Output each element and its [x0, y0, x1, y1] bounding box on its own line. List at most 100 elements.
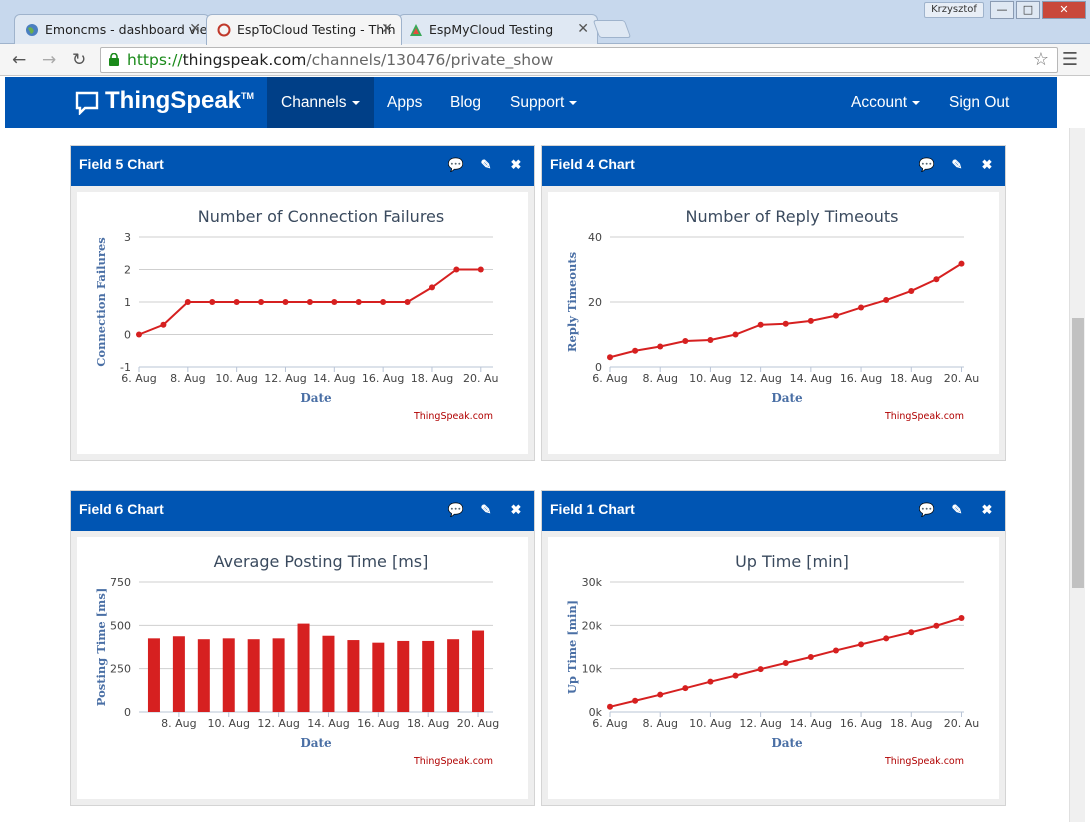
bar — [222, 638, 235, 712]
data-point — [607, 354, 613, 361]
page-scrollbar[interactable] — [1069, 128, 1085, 822]
y-tick-label: 3 — [124, 231, 131, 244]
x-tick-label: 12. Aug — [739, 372, 781, 385]
y-axis-label: Posting Time [ms] — [94, 588, 108, 707]
forward-arrow-icon[interactable]: → — [42, 50, 56, 70]
nav-support-label: Support — [510, 94, 565, 111]
browser-tab-esptocloud[interactable]: EspToCloud Testing - Thin ✕ — [206, 14, 402, 45]
x-tick-label: 16. Aug — [840, 372, 882, 385]
nav-support[interactable]: Support — [496, 77, 591, 128]
caret-down-icon — [569, 100, 578, 105]
data-point — [858, 641, 865, 648]
x-tick-label: 14. Aug — [790, 717, 832, 730]
nav-apps[interactable]: Apps — [373, 77, 436, 128]
data-point — [233, 299, 240, 305]
chart-field6: Average Posting Time [ms] 750 500 250 0 8. Au… — [94, 552, 499, 767]
nav-apps-label: Apps — [387, 94, 423, 111]
browser-tab-espmycloud[interactable]: EspMyCloud Testing ✕ — [398, 14, 598, 44]
nav-blog[interactable]: Blog — [436, 77, 495, 128]
data-point — [832, 647, 839, 654]
chart-title: Average Posting Time [ms] — [214, 552, 429, 571]
x-tick-label: 18. Aug — [890, 372, 932, 385]
scrollbar-thumb[interactable] — [1072, 318, 1084, 588]
bookmark-star-icon[interactable]: ☆ — [1033, 48, 1049, 72]
comment-icon[interactable]: 💬 — [446, 492, 466, 528]
close-icon[interactable]: ✕ — [189, 21, 201, 37]
minimize-button[interactable]: — — [990, 1, 1014, 19]
nav-channels-label: Channels — [281, 94, 347, 111]
nav-account[interactable]: Account — [837, 77, 934, 128]
reload-icon[interactable]: ↻ — [72, 50, 86, 70]
comment-icon[interactable]: 💬 — [917, 492, 937, 528]
y-axis-label: Reply Timeouts — [565, 252, 579, 352]
bar — [347, 640, 360, 712]
y-tick-label: 30k — [582, 576, 603, 589]
address-bar[interactable]: https://thingspeak.com/channels/130476/p… — [100, 47, 1058, 73]
chart-panel-field5: Field 5 Chart 💬 ✎ ✖ Number of Connection F… — [70, 145, 535, 461]
bar — [322, 635, 335, 712]
profile-badge[interactable]: Krzysztof — [924, 2, 984, 18]
pencil-icon[interactable]: ✎ — [947, 492, 967, 528]
pencil-icon[interactable]: ✎ — [947, 147, 967, 183]
close-icon[interactable]: ✖ — [506, 492, 526, 528]
x-axis-label: Date — [300, 736, 332, 750]
y-tick-label: 40 — [588, 231, 602, 244]
brand-logo[interactable]: ThingSpeakTM — [75, 87, 254, 115]
bar — [272, 638, 285, 712]
data-point — [282, 299, 289, 305]
close-icon[interactable]: ✕ — [577, 21, 589, 37]
menu-icon[interactable]: ☰ — [1062, 49, 1078, 70]
panel-header: Field 5 Chart 💬 ✎ ✖ — [71, 146, 534, 186]
comment-icon[interactable]: 💬 — [446, 147, 466, 183]
panel-header: Field 6 Chart 💬 ✎ ✖ — [71, 491, 534, 531]
tab-label: Emoncms - dashboard vie — [45, 22, 208, 37]
y-axis-label: Connection Failures — [94, 237, 108, 367]
bar — [247, 639, 260, 712]
close-icon[interactable]: ✕ — [381, 21, 393, 37]
comment-icon[interactable]: 💬 — [917, 147, 937, 183]
pencil-icon[interactable]: ✎ — [476, 492, 496, 528]
close-icon[interactable]: ✖ — [977, 492, 997, 528]
maximize-button[interactable]: □ — [1016, 1, 1040, 19]
caret-down-icon — [912, 100, 921, 105]
caret-down-icon — [351, 100, 360, 105]
data-point — [136, 331, 142, 338]
back-arrow-icon[interactable]: ← — [12, 50, 26, 70]
data-point — [632, 347, 639, 354]
data-point — [757, 666, 764, 673]
y-tick-label: 750 — [110, 576, 131, 589]
data-point — [883, 635, 890, 642]
series-line — [609, 262, 963, 359]
data-point — [428, 284, 435, 291]
data-point — [355, 299, 362, 305]
data-point — [707, 337, 714, 344]
panel-header: Field 4 Chart 💬 ✎ ✖ — [542, 146, 1005, 186]
close-icon[interactable]: ✖ — [506, 147, 526, 183]
data-point — [908, 287, 915, 294]
pencil-icon[interactable]: ✎ — [476, 147, 496, 183]
close-icon[interactable]: ✖ — [977, 147, 997, 183]
data-point — [380, 299, 387, 305]
x-tick-label: 10. Aug — [689, 717, 731, 730]
nav-signout[interactable]: Sign Out — [935, 77, 1023, 128]
data-point — [707, 678, 714, 685]
data-point — [782, 660, 789, 667]
x-tick-label: 8. Aug — [161, 717, 196, 730]
x-tick-label: 12. Aug — [739, 717, 781, 730]
data-point — [933, 622, 940, 629]
nav-blog-label: Blog — [450, 94, 482, 111]
nav-channels[interactable]: Channels — [267, 77, 374, 128]
x-tick-label: 12. Aug — [257, 717, 299, 730]
bar — [297, 623, 310, 712]
triangle-icon — [410, 24, 422, 36]
panel-title: Field 4 Chart — [550, 156, 635, 172]
nav-account-label: Account — [851, 94, 908, 111]
url-path: /channels/130476/private_show — [306, 51, 554, 69]
new-tab-button[interactable] — [592, 20, 632, 38]
window-close-button[interactable]: ✕ — [1042, 1, 1086, 19]
x-axis-label: Date — [771, 736, 803, 750]
y-tick-label: 1 — [124, 296, 131, 309]
y-tick-label: 20k — [582, 619, 603, 632]
browser-tab-emoncms[interactable]: Emoncms - dashboard vie ✕ — [14, 14, 210, 44]
data-point — [782, 320, 789, 327]
